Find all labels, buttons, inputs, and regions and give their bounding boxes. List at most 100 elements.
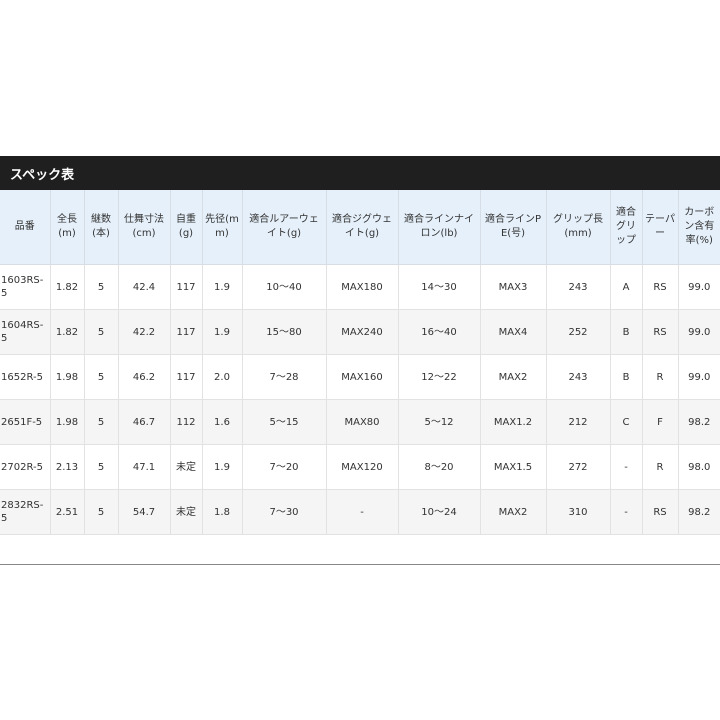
header-row: 品番 全長(m) 継数(本) 仕舞寸法(cm) 自重(g) 先径(mm) 適合ル… bbox=[0, 190, 720, 265]
table-cell: 42.2 bbox=[117, 309, 170, 355]
table-cell: 99.0 bbox=[677, 309, 720, 355]
table-cell: 112 bbox=[169, 399, 202, 445]
table-cell: MAX180 bbox=[325, 264, 398, 310]
table-cell: 10〜40 bbox=[241, 264, 326, 310]
header-cell: 継数(本) bbox=[83, 190, 118, 265]
table-cell: 5 bbox=[83, 489, 118, 535]
table-cell: 2702R-5 bbox=[0, 444, 50, 490]
table-cell: 1.9 bbox=[201, 309, 242, 355]
bottom-divider bbox=[0, 564, 720, 565]
table-row: 1652R-5 1.98 5 46.2 117 2.0 7〜28 MAX160 … bbox=[0, 354, 720, 400]
table-cell: 5〜15 bbox=[241, 399, 326, 445]
table-cell: 243 bbox=[545, 354, 610, 400]
table-cell: 1652R-5 bbox=[0, 354, 50, 400]
table-cell: 42.4 bbox=[117, 264, 170, 310]
table-cell: B bbox=[609, 309, 642, 355]
spec-table-title-bar: スペック表 bbox=[0, 156, 720, 190]
table-cell: 5 bbox=[83, 264, 118, 310]
table-cell: 5 bbox=[83, 444, 118, 490]
header-cell: 自重(g) bbox=[169, 190, 202, 265]
table-cell: 1.98 bbox=[49, 354, 84, 400]
header-cell: 仕舞寸法(cm) bbox=[117, 190, 170, 265]
table-cell: 2832RS-5 bbox=[0, 489, 50, 535]
table-cell: 12〜22 bbox=[397, 354, 480, 400]
table-cell: 10〜24 bbox=[397, 489, 480, 535]
table-cell: - bbox=[609, 489, 642, 535]
table-cell: MAX3 bbox=[479, 264, 546, 310]
table-cell: MAX1.5 bbox=[479, 444, 546, 490]
table-cell: 1.9 bbox=[201, 444, 242, 490]
table-cell: 98.0 bbox=[677, 444, 720, 490]
table-cell: 5 bbox=[83, 354, 118, 400]
table-cell: 54.7 bbox=[117, 489, 170, 535]
table-cell: - bbox=[325, 489, 398, 535]
header-cell: 適合ラインナイロン(lb) bbox=[397, 190, 480, 265]
table-cell: MAX1.2 bbox=[479, 399, 546, 445]
table-cell: MAX4 bbox=[479, 309, 546, 355]
table-cell: 5〜12 bbox=[397, 399, 480, 445]
table-cell: 16〜40 bbox=[397, 309, 480, 355]
table-cell: MAX80 bbox=[325, 399, 398, 445]
table-cell: C bbox=[609, 399, 642, 445]
table-cell: MAX160 bbox=[325, 354, 398, 400]
spec-table: 品番 全長(m) 継数(本) 仕舞寸法(cm) 自重(g) 先径(mm) 適合ル… bbox=[0, 190, 720, 535]
table-cell: A bbox=[609, 264, 642, 310]
table-cell: 47.1 bbox=[117, 444, 170, 490]
table-cell: 15〜80 bbox=[241, 309, 326, 355]
table-cell: 99.0 bbox=[677, 264, 720, 310]
table-cell: 未定 bbox=[169, 489, 202, 535]
header-cell: 適合ラインPE(号) bbox=[479, 190, 546, 265]
header-cell: カーボン含有率(%) bbox=[677, 190, 720, 265]
table-cell: 46.2 bbox=[117, 354, 170, 400]
table-cell: 7〜30 bbox=[241, 489, 326, 535]
table-cell: MAX120 bbox=[325, 444, 398, 490]
table-cell: 1.82 bbox=[49, 309, 84, 355]
table-cell: 243 bbox=[545, 264, 610, 310]
table-cell: 7〜28 bbox=[241, 354, 326, 400]
table-cell: 212 bbox=[545, 399, 610, 445]
table-cell: 98.2 bbox=[677, 489, 720, 535]
table-cell: R bbox=[641, 444, 678, 490]
table-cell: MAX2 bbox=[479, 489, 546, 535]
table-cell: 1.8 bbox=[201, 489, 242, 535]
table-cell: 5 bbox=[83, 309, 118, 355]
table-cell: RS bbox=[641, 489, 678, 535]
table-cell: R bbox=[641, 354, 678, 400]
table-cell: 1.6 bbox=[201, 399, 242, 445]
header-cell: 適合ルアーウェイト(g) bbox=[241, 190, 326, 265]
table-cell: 未定 bbox=[169, 444, 202, 490]
table-cell: 2.13 bbox=[49, 444, 84, 490]
table-row: 2832RS-5 2.51 5 54.7 未定 1.8 7〜30 - 10〜24… bbox=[0, 489, 720, 535]
spec-table-title: スペック表 bbox=[10, 167, 75, 183]
table-cell: - bbox=[609, 444, 642, 490]
table-cell: 2.0 bbox=[201, 354, 242, 400]
table-row: 1604RS-5 1.82 5 42.2 117 1.9 15〜80 MAX24… bbox=[0, 309, 720, 355]
table-cell: 99.0 bbox=[677, 354, 720, 400]
table-cell: 7〜20 bbox=[241, 444, 326, 490]
table-cell: 1.9 bbox=[201, 264, 242, 310]
table-cell: MAX240 bbox=[325, 309, 398, 355]
table-cell: 117 bbox=[169, 309, 202, 355]
table-cell: RS bbox=[641, 309, 678, 355]
table-cell: RS bbox=[641, 264, 678, 310]
header-cell: グリップ長(mm) bbox=[545, 190, 610, 265]
table-cell: 2.51 bbox=[49, 489, 84, 535]
header-cell: 適合ジグウェイト(g) bbox=[325, 190, 398, 265]
table-cell: 252 bbox=[545, 309, 610, 355]
header-cell: 適合グリップ bbox=[609, 190, 642, 265]
header-cell: 全長(m) bbox=[49, 190, 84, 265]
table-row: 2651F-5 1.98 5 46.7 112 1.6 5〜15 MAX80 5… bbox=[0, 399, 720, 445]
table-cell: 310 bbox=[545, 489, 610, 535]
header-cell: テーパー bbox=[641, 190, 678, 265]
table-cell: F bbox=[641, 399, 678, 445]
table-cell: MAX2 bbox=[479, 354, 546, 400]
table-cell: 117 bbox=[169, 354, 202, 400]
table-row: 1603RS-5 1.82 5 42.4 117 1.9 10〜40 MAX18… bbox=[0, 264, 720, 310]
table-cell: 272 bbox=[545, 444, 610, 490]
table-cell: 1.82 bbox=[49, 264, 84, 310]
header-cell: 品番 bbox=[0, 190, 50, 265]
table-cell: 46.7 bbox=[117, 399, 170, 445]
table-cell: B bbox=[609, 354, 642, 400]
table-cell: 1604RS-5 bbox=[0, 309, 50, 355]
table-cell: 2651F-5 bbox=[0, 399, 50, 445]
